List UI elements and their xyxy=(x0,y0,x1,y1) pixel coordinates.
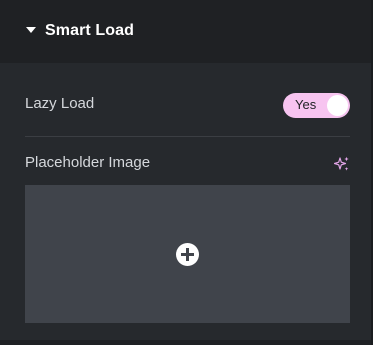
lazy-load-label: Lazy Load xyxy=(25,95,95,112)
smart-load-panel: Smart Load Lazy Load Yes Placeholder Ima… xyxy=(0,0,373,345)
toggle-text: Yes xyxy=(295,97,317,112)
lazy-load-toggle[interactable]: Yes xyxy=(283,93,350,118)
section-title: Smart Load xyxy=(45,22,135,39)
placeholder-image-label: Placeholder Image xyxy=(25,154,151,171)
section-header[interactable]: Smart Load xyxy=(0,0,371,63)
sparkle-icon[interactable] xyxy=(334,156,350,172)
plus-circle-icon[interactable] xyxy=(176,243,199,266)
caret-down-icon[interactable] xyxy=(26,27,36,33)
bottom-divider xyxy=(0,340,371,345)
toggle-knob xyxy=(327,95,348,116)
divider xyxy=(25,136,350,137)
placeholder-image-dropzone[interactable] xyxy=(25,185,350,323)
